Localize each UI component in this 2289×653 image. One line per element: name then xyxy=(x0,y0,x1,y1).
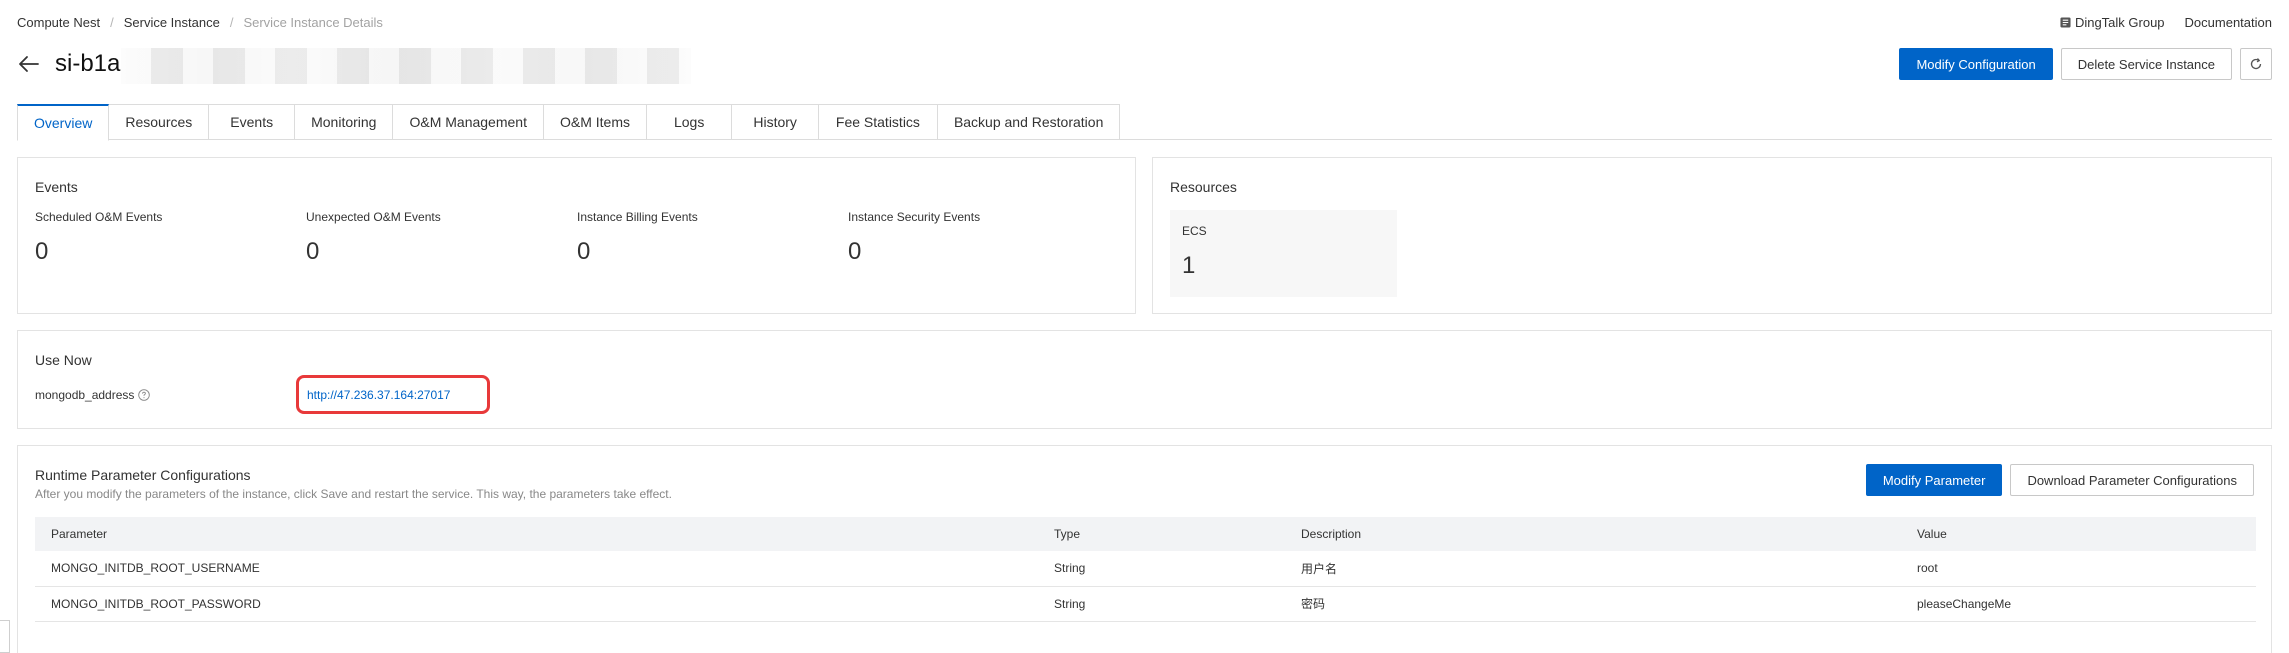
back-arrow-icon[interactable] xyxy=(17,52,41,76)
delete-service-instance-button[interactable]: Delete Service Instance xyxy=(2060,48,2232,80)
stat-label: Instance Security Events xyxy=(848,210,981,224)
breadcrumb-compute-nest[interactable]: Compute Nest xyxy=(17,15,100,30)
redacted-title-blur xyxy=(121,48,691,84)
tab-backup-restoration[interactable]: Backup and Restoration xyxy=(937,104,1121,140)
table-row: MONGO_INITDB_ROOT_USERNAME String 用户名 ro… xyxy=(35,551,2256,587)
dingtalk-icon xyxy=(2060,17,2071,28)
refresh-icon xyxy=(2250,58,2262,70)
mongodb-address-link[interactable]: http://47.236.37.164:27017 xyxy=(307,388,450,402)
dingtalk-group-label: DingTalk Group xyxy=(2074,15,2165,30)
documentation-link[interactable]: Documentation xyxy=(2185,15,2272,30)
tab-monitoring[interactable]: Monitoring xyxy=(295,104,394,140)
use-now-title: Use Now xyxy=(35,352,92,368)
tab-om-items[interactable]: O&M Items xyxy=(543,104,647,140)
parameter-actions: Modify Parameter Download Parameter Conf… xyxy=(1865,464,2254,496)
table-row: MONGO_INITDB_ROOT_PASSWORD String 密码 ple… xyxy=(35,586,2256,622)
cell-parameter: MONGO_INITDB_ROOT_PASSWORD xyxy=(35,586,1038,622)
stat-scheduled-om-events: Scheduled O&M Events 0 xyxy=(35,210,162,265)
ecs-label: ECS xyxy=(1182,224,1207,238)
top-links: DingTalk Group Documentation xyxy=(2060,15,2272,30)
address-highlight-box: http://47.236.37.164:27017 xyxy=(296,375,490,414)
stat-instance-security-events: Instance Security Events 0 xyxy=(848,210,980,265)
column-header-parameter: Parameter xyxy=(35,517,1038,551)
mongodb-address-text: mongodb_address xyxy=(35,388,135,402)
cell-parameter: MONGO_INITDB_ROOT_USERNAME xyxy=(35,551,1038,587)
stat-value: 0 xyxy=(35,238,49,265)
cell-description: 密码 xyxy=(1285,586,1901,622)
breadcrumb-current: Service Instance Details xyxy=(243,15,383,30)
stat-value: 0 xyxy=(306,238,320,265)
top-bar: Compute Nest / Service Instance / Service In… xyxy=(17,12,2272,32)
stat-label: Scheduled O&M Events xyxy=(35,210,163,224)
cell-type: String xyxy=(1038,586,1285,622)
tab-overview[interactable]: Overview xyxy=(17,104,110,141)
tab-fee-statistics[interactable]: Fee Statistics xyxy=(818,104,938,140)
ecs-resource-tile[interactable]: ECS 1 xyxy=(1170,210,1397,297)
breadcrumb-separator: / xyxy=(229,15,234,30)
cell-description: 用户名 xyxy=(1285,551,1901,587)
collapse-sidebar-handle[interactable] xyxy=(0,620,10,653)
ecs-count: 1 xyxy=(1182,252,1196,279)
tab-om-management[interactable]: O&M Management xyxy=(393,104,544,140)
tab-logs[interactable]: Logs xyxy=(646,104,733,140)
resources-card: Resources ECS 1 xyxy=(1152,157,2272,314)
column-header-description: Description xyxy=(1285,517,1901,551)
tab-resources[interactable]: Resources xyxy=(109,104,210,140)
parameters-table: Parameter Type Description Value MONGO_I… xyxy=(35,517,2256,622)
stat-instance-billing-events: Instance Billing Events 0 xyxy=(577,210,698,265)
runtime-parameters-card: Runtime Parameter Configurations After y… xyxy=(17,445,2272,653)
runtime-parameters-title: Runtime Parameter Configurations xyxy=(35,467,251,483)
use-now-card: Use Now mongodb_address http://47.236.37… xyxy=(17,330,2272,429)
dingtalk-group-link[interactable]: DingTalk Group xyxy=(2060,15,2165,30)
modify-configuration-button[interactable]: Modify Configuration xyxy=(1899,48,2053,80)
stat-label: Unexpected O&M Events xyxy=(306,210,441,224)
tab-events[interactable]: Events xyxy=(209,104,296,140)
download-parameter-configurations-button[interactable]: Download Parameter Configurations xyxy=(2010,464,2254,496)
column-header-type: Type xyxy=(1038,517,1285,551)
modify-parameter-button[interactable]: Modify Parameter xyxy=(1865,464,2003,496)
stat-label: Instance Billing Events xyxy=(577,210,698,224)
breadcrumb: Compute Nest / Service Instance / Service In… xyxy=(17,15,383,30)
cell-value: pleaseChangeMe xyxy=(1901,586,2256,622)
mongodb-address-label: mongodb_address xyxy=(35,388,151,402)
stat-unexpected-om-events: Unexpected O&M Events 0 xyxy=(306,210,441,265)
page-header: si-b1a Modify Configuration Delete Servi… xyxy=(17,48,2272,88)
cell-type: String xyxy=(1038,551,1285,587)
refresh-button[interactable] xyxy=(2240,48,2272,80)
help-circle-icon[interactable] xyxy=(138,389,151,401)
column-header-value: Value xyxy=(1901,517,2256,551)
header-actions: Modify Configuration Delete Service Inst… xyxy=(1899,48,2272,80)
page-title: si-b1a xyxy=(55,50,121,77)
breadcrumb-separator: / xyxy=(110,15,114,30)
events-card-title: Events xyxy=(35,179,78,195)
cell-value: root xyxy=(1901,551,2256,587)
events-card: Events Scheduled O&M Events 0 Unexpected… xyxy=(17,157,1136,314)
runtime-parameters-subtitle: After you modify the parameters of the i… xyxy=(35,487,672,501)
tab-bar: Overview Resources Events Monitoring O&M… xyxy=(17,104,2272,141)
tab-history[interactable]: History xyxy=(732,104,819,140)
resources-card-title: Resources xyxy=(1170,179,1237,195)
table-header-row: Parameter Type Description Value xyxy=(35,517,2256,551)
stat-value: 0 xyxy=(577,238,591,265)
breadcrumb-service-instance[interactable]: Service Instance xyxy=(124,15,220,30)
stat-value: 0 xyxy=(848,238,862,265)
